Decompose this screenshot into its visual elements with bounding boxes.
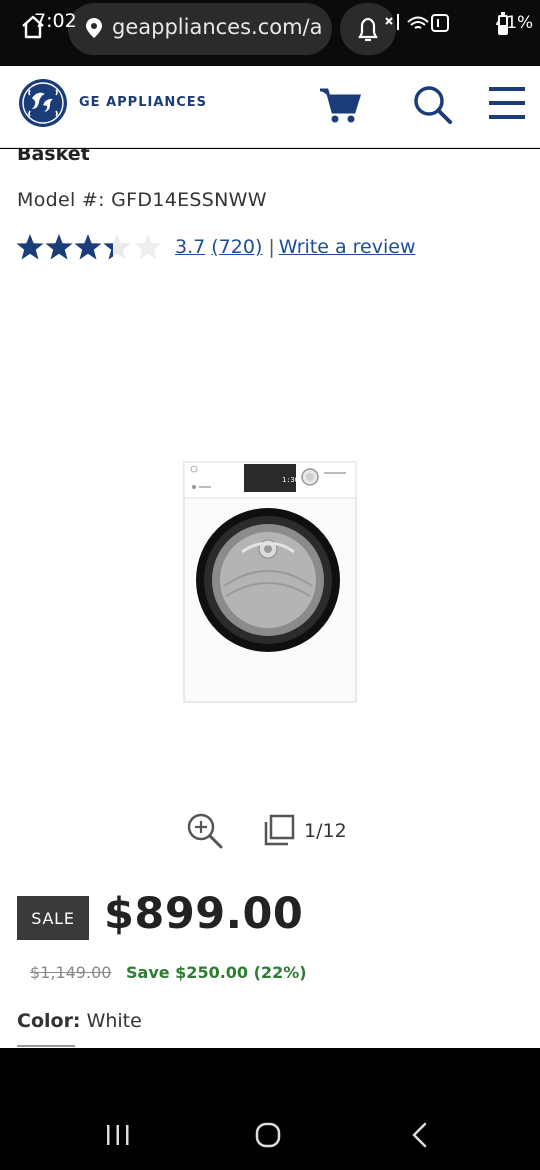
gallery-controls: 1/12 [186, 812, 366, 852]
rating-value-link[interactable]: 3.7 [175, 236, 205, 258]
site-header: GE APPLIANCES [0, 66, 540, 148]
location-icon [86, 18, 102, 38]
wifi-signal-icon [385, 14, 449, 32]
product-page: Basket Model #: GFD14ESSNWW 3.7 (720) | Wr… [0, 149, 540, 1048]
review-count-link[interactable]: (720) [211, 236, 262, 258]
ge-logo[interactable] [18, 78, 68, 128]
system-icons: 41% [380, 10, 533, 36]
star-full-icon [74, 234, 102, 260]
search-icon[interactable] [410, 84, 454, 124]
model-number: Model #: GFD14ESSNWW [17, 189, 267, 211]
home-button-icon[interactable] [248, 1118, 288, 1152]
url-text: geappliances.com/ap [112, 15, 324, 39]
color-value: White [86, 1010, 142, 1032]
star-full-icon [45, 234, 73, 260]
status-bar: geappliances.com/ap 7:02 41% [0, 0, 540, 66]
color-selection: Color: White [17, 1010, 142, 1032]
battery-icon [498, 12, 508, 35]
star-empty-icon [134, 234, 162, 260]
brand-name[interactable]: GE APPLIANCES [79, 95, 207, 110]
star-full-icon [16, 234, 44, 260]
back-icon[interactable] [400, 1118, 440, 1152]
zoom-in-icon[interactable] [186, 812, 224, 850]
product-image[interactable]: 1:30 [182, 460, 358, 704]
system-nav-bar [0, 1048, 540, 1170]
product-title: Basket [17, 149, 90, 165]
original-price: $1,149.00 [30, 963, 112, 982]
savings-text: Save $250.00 (22%) [126, 963, 307, 982]
write-review-link[interactable]: Write a review [279, 236, 416, 258]
url-bar[interactable]: geappliances.com/ap [68, 3, 332, 55]
image-counter: 1/12 [304, 820, 347, 842]
color-label: Color: [17, 1010, 81, 1032]
clock: 7:02 [34, 10, 77, 32]
recent-apps-icon[interactable] [98, 1118, 138, 1152]
sale-price: $899.00 [104, 889, 304, 939]
rating-links: 3.7 (720) | Write a review [175, 236, 416, 258]
control-display: 1:30 [282, 476, 299, 484]
star-rating [16, 234, 162, 260]
separator: | [268, 236, 275, 258]
gallery-frames-icon[interactable] [260, 814, 296, 848]
sale-badge: SALE [17, 896, 89, 940]
cart-icon[interactable] [318, 84, 362, 124]
menu-icon[interactable] [487, 84, 531, 124]
